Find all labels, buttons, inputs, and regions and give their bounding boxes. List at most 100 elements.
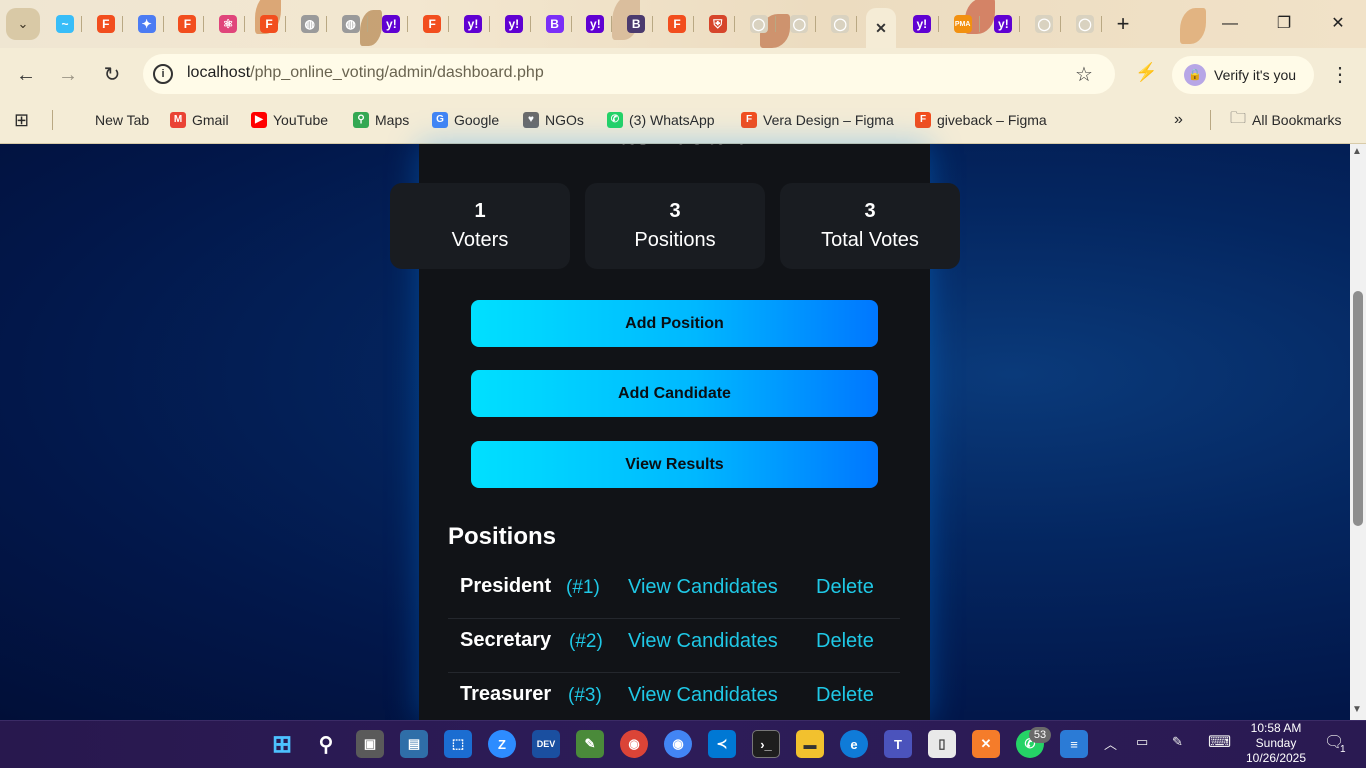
start-windows-icon[interactable]: ⊞ xyxy=(268,730,296,758)
browser-tab[interactable]: B xyxy=(540,8,572,40)
new-tab-button[interactable]: + xyxy=(1110,10,1136,38)
globe-icon: ◍ xyxy=(341,15,360,33)
delete-link[interactable]: Delete xyxy=(816,684,874,707)
verify-profile-button[interactable]: 🔒 Verify it's you xyxy=(1172,56,1314,94)
add-position-button[interactable]: Add Position xyxy=(471,300,878,347)
minimize-button[interactable]: — xyxy=(1210,10,1250,38)
teams-icon[interactable]: T xyxy=(884,730,912,758)
close-icon[interactable]: ✕ xyxy=(872,19,890,37)
bootstrap-icon: B xyxy=(545,15,564,33)
xampp-icon[interactable]: ✕ xyxy=(972,730,1000,758)
back-button[interactable]: ← xyxy=(11,60,41,90)
devtools-icon[interactable]: DEV xyxy=(532,730,560,758)
bookmark-item[interactable]: ✆ (3) WhatsApp xyxy=(607,110,715,130)
browser-tab[interactable]: ~ xyxy=(50,8,82,40)
browser-tab[interactable]: y! xyxy=(580,8,613,40)
browser-tab[interactable]: ⚛ xyxy=(213,8,246,40)
browser-tab[interactable]: y! xyxy=(907,8,939,40)
bookmark-item[interactable]: F Vera Design – Figma xyxy=(741,110,894,130)
view-results-button[interactable]: View Results xyxy=(471,441,878,488)
apps-grid-icon[interactable]: ⊞ xyxy=(14,110,29,130)
more-bookmarks-icon[interactable]: » xyxy=(1174,110,1183,130)
browser-tab[interactable]: F xyxy=(254,8,286,40)
figma-icon: F xyxy=(423,15,442,33)
browser-tab[interactable]: y! xyxy=(988,8,1021,40)
delete-link[interactable]: Delete xyxy=(816,630,874,653)
window-close-button[interactable]: ✕ xyxy=(1318,10,1358,38)
bookmark-item[interactable]: New Tab xyxy=(95,110,149,130)
tab-separator xyxy=(366,16,368,32)
restore-button[interactable]: ❐ xyxy=(1264,10,1304,38)
extension-icon[interactable]: ⚡ xyxy=(1135,62,1157,83)
forward-button[interactable]: → xyxy=(53,60,83,90)
positions-heading: Positions xyxy=(448,523,557,550)
file-explorer-icon[interactable]: ▬ xyxy=(796,730,824,758)
tab-separator xyxy=(244,16,246,32)
bookmark-item[interactable]: Fgiveback – Figma xyxy=(915,110,1047,130)
widgets-icon[interactable]: ▤ xyxy=(400,730,428,758)
tab-active[interactable]: ✕ xyxy=(866,8,896,48)
terminal-icon[interactable]: ›_ xyxy=(752,730,780,758)
bookmark-item[interactable]: M Gmail xyxy=(170,110,229,130)
react-icon: ⚛ xyxy=(219,15,238,33)
pen-icon[interactable]: ✎ xyxy=(1172,734,1183,750)
bookmark-item[interactable]: ♥ NGOs xyxy=(523,110,584,130)
browser-tab[interactable]: y! xyxy=(499,8,531,40)
scrollbar-thumb[interactable] xyxy=(1353,291,1363,526)
search-icon[interactable]: ⚲ xyxy=(312,730,340,758)
zoom-icon[interactable]: Z xyxy=(488,730,516,758)
bookmark-item[interactable]: G Google xyxy=(432,110,499,130)
scroll-up-icon[interactable]: ▲ xyxy=(1352,146,1362,157)
divider xyxy=(1210,110,1211,130)
notepad-plus-icon[interactable]: ✎ xyxy=(576,730,604,758)
url-text[interactable]: localhost/php_online_voting/admin/dashbo… xyxy=(187,64,544,82)
site-info-icon[interactable]: i xyxy=(153,64,173,84)
heart-icon: ♥ xyxy=(523,112,539,128)
bookmark-item[interactable]: ⚲ Maps xyxy=(353,110,409,130)
battery-icon[interactable]: ▭ xyxy=(1136,734,1148,750)
view-candidates-link[interactable]: View Candidates xyxy=(628,684,778,707)
reload-button[interactable]: ↻ xyxy=(97,60,127,90)
browser-tab[interactable]: ◯ xyxy=(784,8,817,40)
bookmark-item[interactable]: ▶ YouTube xyxy=(251,110,328,130)
keyboard-icon[interactable]: ⌨ xyxy=(1208,732,1231,752)
document-icon[interactable]: ▯ xyxy=(928,730,956,758)
store-icon[interactable]: ⬚ xyxy=(444,730,472,758)
task-view-icon[interactable]: ▣ xyxy=(356,730,384,758)
browser-tab[interactable]: ◯ xyxy=(825,8,858,40)
browser-tab[interactable]: y! xyxy=(458,8,490,40)
browser-tab[interactable]: ◍ xyxy=(295,8,327,40)
browser-tab[interactable]: PMA xyxy=(948,8,980,40)
scroll-down-icon[interactable]: ▼ xyxy=(1352,704,1362,715)
browser-tab[interactable]: ◯ xyxy=(1070,8,1102,40)
view-candidates-link[interactable]: View Candidates xyxy=(628,630,778,653)
position-row: Secretary (#2) View Candidates Delete xyxy=(448,619,900,673)
view-candidates-link[interactable]: View Candidates xyxy=(628,576,778,599)
all-bookmarks-button[interactable]: 🗀 All Bookmarks xyxy=(1230,110,1341,130)
edge-icon[interactable]: e xyxy=(840,730,868,758)
browser-tab[interactable]: B xyxy=(621,8,654,40)
vscode-icon[interactable]: ≺ xyxy=(708,730,736,758)
browser-tab[interactable]: F xyxy=(172,8,205,40)
add-candidate-button[interactable]: Add Candidate xyxy=(471,370,878,417)
browser-tab[interactable]: ◯ xyxy=(1029,8,1062,40)
browser-tab[interactable]: F xyxy=(91,8,123,40)
notepad-icon[interactable]: ≡ xyxy=(1060,730,1088,758)
browser-tab[interactable]: ◍ xyxy=(336,8,368,40)
browser-tab[interactable]: y! xyxy=(376,8,409,40)
figma-icon: F xyxy=(178,15,197,33)
tray-overflow-icon[interactable]: ︿ xyxy=(1104,734,1117,753)
menu-kebab-icon[interactable]: ⋮ xyxy=(1330,62,1350,87)
globe-icon: ◍ xyxy=(300,15,319,33)
delete-link[interactable]: Delete xyxy=(816,576,874,599)
tab-search-button[interactable]: ⌄ xyxy=(6,8,40,40)
browser-tab[interactable]: F xyxy=(417,8,450,40)
browser-tab[interactable]: ◯ xyxy=(744,8,776,40)
browser-tab[interactable]: ✦ xyxy=(132,8,164,40)
browser-tab[interactable]: F xyxy=(662,8,694,40)
chrome-icon[interactable]: ◉ xyxy=(664,730,692,758)
clock[interactable]: 10:58 AM Sunday 10/26/2025 xyxy=(1238,721,1314,766)
bookmark-star-icon[interactable]: ☆ xyxy=(1075,62,1093,87)
browser-tab[interactable]: ⛨ xyxy=(703,8,735,40)
chrome-profile-icon[interactable]: ◉ xyxy=(620,730,648,758)
